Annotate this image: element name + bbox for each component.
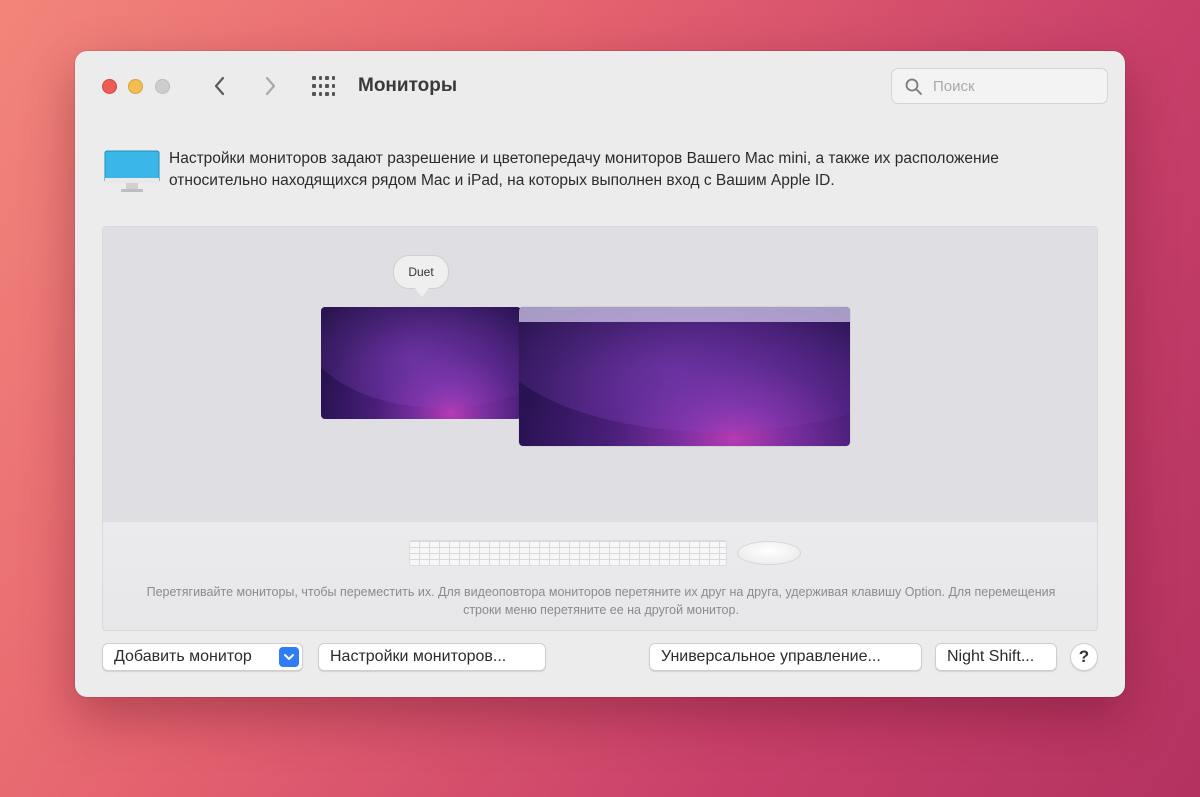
window-title: Мониторы — [358, 75, 458, 96]
chevron-right-icon — [265, 76, 276, 96]
chevron-down-icon — [279, 647, 299, 667]
display-duet[interactable] — [321, 307, 521, 419]
display-settings-button[interactable]: Настройки мониторов... — [318, 643, 546, 671]
night-shift-button[interactable]: Night Shift... — [935, 643, 1057, 671]
search-field[interactable]: Поиск — [891, 68, 1108, 104]
search-icon — [905, 78, 922, 95]
minimize-button[interactable] — [128, 79, 143, 94]
system-preferences-window: Мониторы Поиск Настройки мониторов задаю… — [75, 51, 1125, 697]
forward-button[interactable] — [257, 73, 283, 99]
menu-bar-indicator[interactable] — [519, 307, 850, 322]
chevron-left-icon — [214, 76, 225, 96]
keyboard-icon — [409, 540, 727, 566]
add-monitor-label: Добавить монитор — [114, 648, 252, 665]
display-main[interactable] — [519, 307, 850, 446]
back-button[interactable] — [207, 73, 233, 99]
help-button[interactable]: ? — [1070, 643, 1098, 671]
zoom-button[interactable] — [155, 79, 170, 94]
show-all-button[interactable] — [312, 75, 336, 97]
display-arrangement-area: Duet Перетягивайте мониторы, чтобы перем… — [102, 226, 1098, 631]
search-placeholder: Поиск — [933, 78, 975, 95]
title-bar: Мониторы Поиск — [75, 51, 1125, 121]
universal-control-button[interactable]: Универсальное управление... — [649, 643, 922, 671]
add-monitor-popup[interactable]: Добавить монитор — [102, 643, 303, 671]
arrangement-canvas: Duet — [103, 227, 1097, 522]
display-name-tooltip: Duet — [393, 255, 449, 297]
close-button[interactable] — [102, 79, 117, 94]
monitor-icon — [104, 150, 160, 192]
description-text: Настройки мониторов задают разрешение и … — [169, 150, 999, 189]
mouse-icon — [737, 541, 801, 565]
arrangement-hint: Перетягивайте мониторы, чтобы переместит… — [146, 585, 1056, 617]
